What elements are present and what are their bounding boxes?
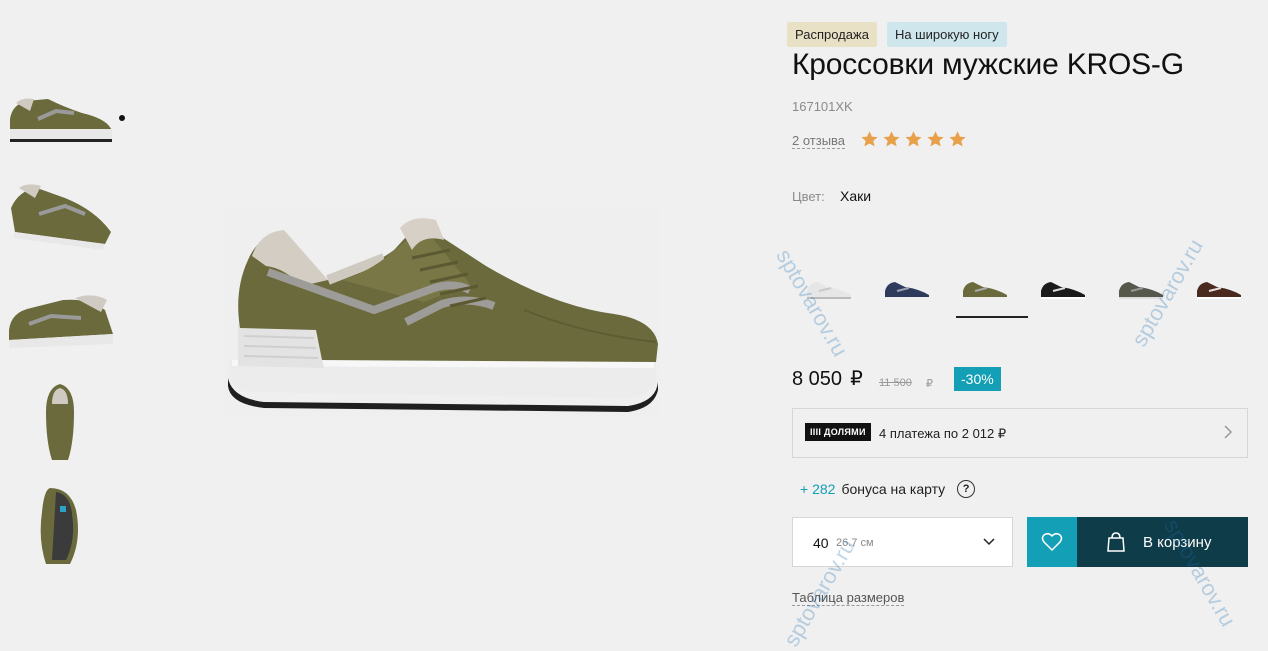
size-value: 40 (813, 535, 829, 551)
installment-panel[interactable]: IIII ДОЛЯМИ 4 платежа по 2 012 ₽ (792, 408, 1248, 458)
bag-icon (1107, 532, 1125, 552)
size-select[interactable]: 40 26.7 см (792, 517, 1013, 567)
shoe-brown-image (1197, 282, 1241, 299)
discount-badge: -30% (954, 367, 1001, 391)
help-icon[interactable]: ? (957, 480, 976, 498)
price-value: 8 050 (792, 368, 843, 390)
chevron-down-icon (983, 538, 995, 546)
add-to-cart-button[interactable]: В корзину (1077, 517, 1248, 567)
shoe-khaki-image (963, 282, 1007, 299)
shoe-medial-image (9, 295, 113, 348)
bonus-amount: + 282 (800, 481, 836, 497)
product-title: Кроссовки мужские KROS-G (792, 48, 1184, 81)
star-icon (949, 131, 966, 147)
shoe-top-image (46, 384, 74, 460)
old-price-currency: ₽ (926, 378, 933, 390)
main-product-image (224, 210, 660, 418)
thumbnail-top[interactable] (4, 382, 116, 464)
variant-navy[interactable] (868, 262, 946, 318)
favorite-button[interactable] (1027, 517, 1077, 567)
variant-white[interactable] (790, 262, 868, 318)
color-variants (790, 262, 1258, 318)
price-currency: ₽ (850, 368, 863, 390)
product-sku: 167101XK (792, 99, 853, 114)
installment-text: 4 платежа по 2 012 ₽ (879, 426, 1007, 441)
shoe-angle-image (11, 184, 111, 250)
thumbnail-angle[interactable] (4, 180, 116, 256)
shoe-white-image (807, 282, 851, 299)
shoe-main-image (228, 218, 658, 412)
star-icon (905, 131, 922, 147)
thumbnail-sole[interactable] (4, 486, 116, 566)
thumbnail-medial[interactable] (4, 290, 116, 356)
shoe-grey-green-image (1119, 282, 1163, 299)
variant-grey-green[interactable] (1102, 262, 1180, 318)
bonus-info: + 282 бонуса на карту ? (800, 480, 976, 498)
star-icon (883, 131, 900, 147)
rating-stars (860, 130, 967, 149)
size-cm: 26.7 см (836, 537, 874, 549)
wide-fit-badge: На широкую ногу (886, 22, 1007, 47)
dolyami-logo: IIII ДОЛЯМИ (805, 423, 871, 441)
active-thumb-indicator (119, 115, 125, 121)
chevron-right-icon (1224, 425, 1233, 439)
variant-khaki[interactable] (946, 262, 1028, 318)
old-price: 11 500 (879, 377, 912, 389)
star-icon (861, 131, 878, 147)
size-table-link[interactable]: Таблица размеров (792, 590, 905, 606)
star-icon (927, 131, 944, 147)
color-label: Цвет: (792, 189, 825, 204)
current-price: 8 050 ₽ (792, 366, 863, 391)
thumbnail-side[interactable] (4, 88, 116, 146)
add-to-cart-label: В корзину (1143, 534, 1212, 551)
shoe-navy-image (885, 282, 929, 299)
bonus-text: бонуса на карту (841, 481, 946, 497)
color-value: Хаки (840, 188, 872, 204)
shoe-black-image (1041, 282, 1085, 299)
variant-black[interactable] (1024, 262, 1102, 318)
sale-badge: Распродажа (787, 22, 877, 47)
shoe-side-image (10, 98, 112, 142)
shoe-sole-image (40, 488, 78, 564)
heart-icon (1041, 532, 1063, 552)
variant-brown[interactable] (1180, 262, 1258, 318)
reviews-link[interactable]: 2 отзыва (792, 133, 846, 149)
